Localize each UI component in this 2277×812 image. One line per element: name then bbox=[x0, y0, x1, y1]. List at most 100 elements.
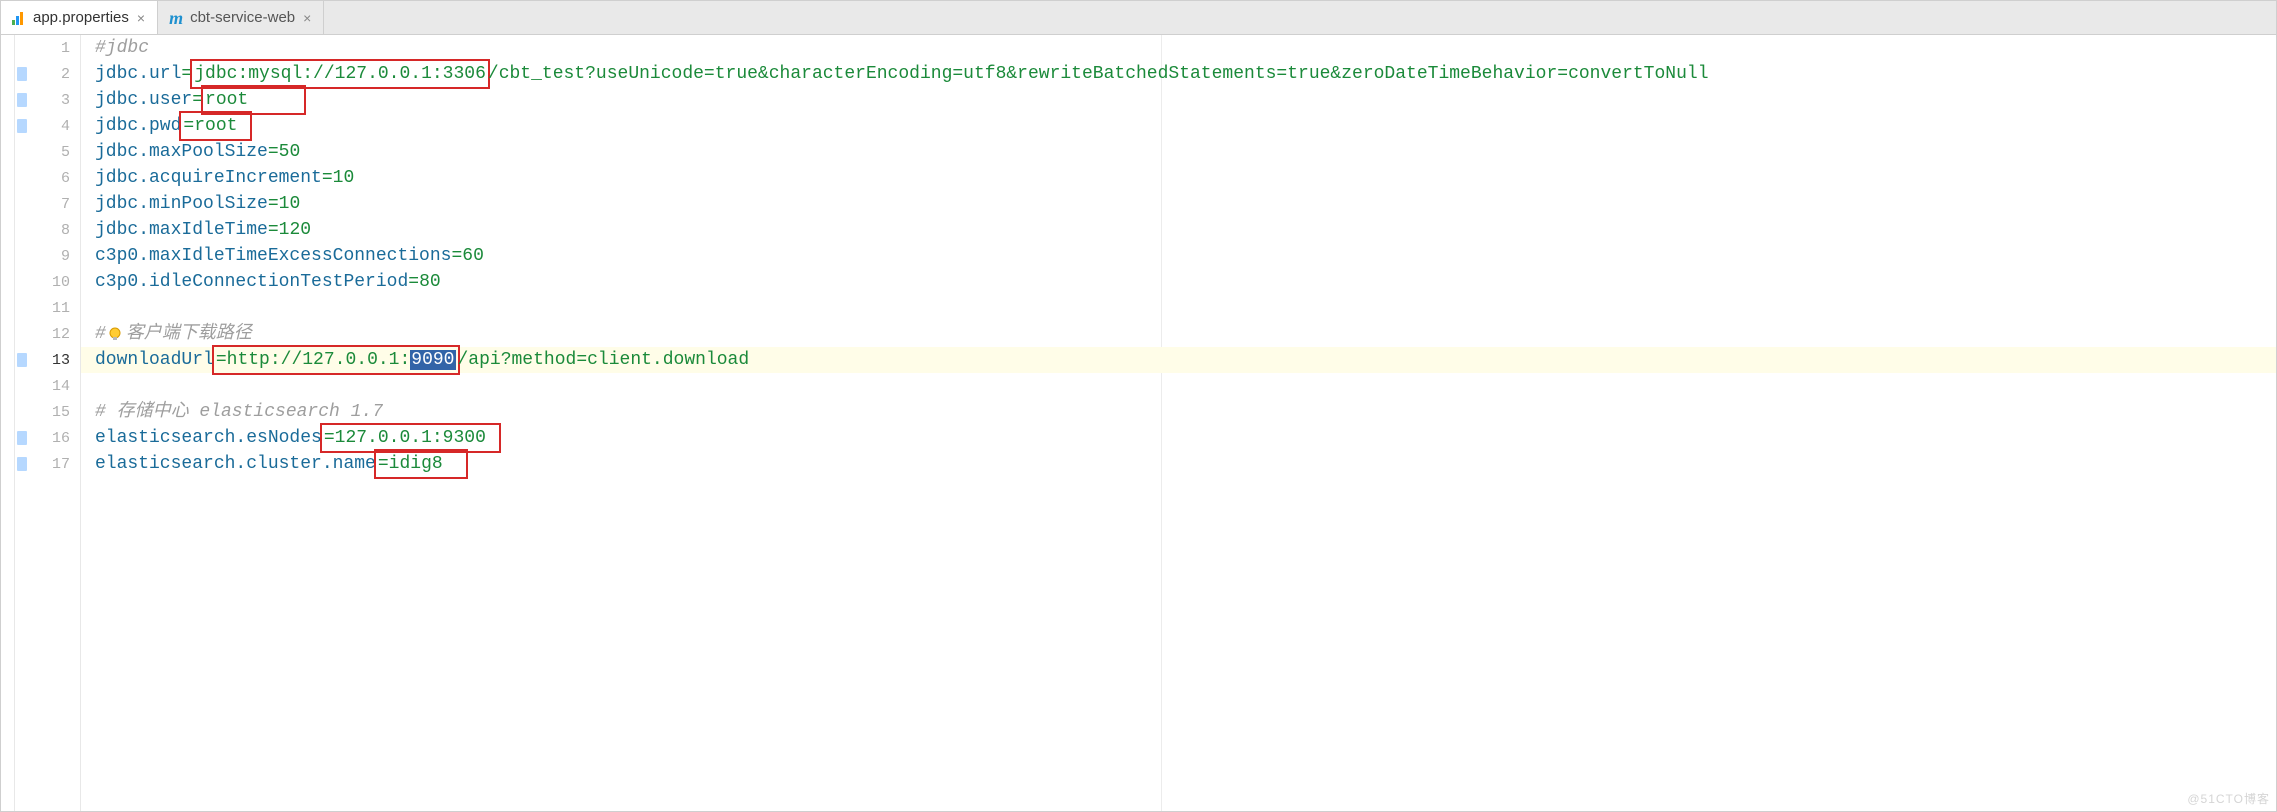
code-line[interactable]: c3p0.idleConnectionTestPeriod=80 bbox=[81, 269, 2276, 295]
property-key: elasticsearch.cluster.name bbox=[95, 451, 376, 477]
code-area[interactable]: #jdbc jdbc.url=jdbc:mysql://127.0.0.1:33… bbox=[81, 35, 2276, 811]
highlight-box: =rootx bbox=[179, 111, 252, 141]
line-number[interactable]: 2 bbox=[15, 61, 80, 87]
equals-sign: = bbox=[451, 243, 462, 269]
code-line[interactable]: jdbc.maxIdleTime=120 bbox=[81, 217, 2276, 243]
line-number[interactable]: 12 bbox=[15, 321, 80, 347]
property-value: root bbox=[205, 90, 248, 110]
code-line[interactable]: jdbc.maxPoolSize=50 bbox=[81, 139, 2276, 165]
code-line[interactable] bbox=[81, 373, 2276, 399]
comment-text: 客户端下载路径 bbox=[126, 321, 252, 347]
change-marker bbox=[17, 353, 27, 367]
code-line[interactable]: c3p0.maxIdleTimeExcessConnections=60 bbox=[81, 243, 2276, 269]
line-number[interactable]: 1 bbox=[15, 35, 80, 61]
property-key: c3p0.idleConnectionTestPeriod bbox=[95, 269, 408, 295]
code-line[interactable]: jdbc.minPoolSize=10 bbox=[81, 191, 2276, 217]
equals-sign: = bbox=[268, 191, 279, 217]
gutter-margin bbox=[1, 35, 15, 811]
property-value: /api?method=client.download bbox=[458, 347, 750, 373]
property-key: c3p0.maxIdleTimeExcessConnections bbox=[95, 243, 451, 269]
editor-tab-bar: app.properties × m cbt-service-web × bbox=[1, 1, 2276, 35]
property-key: elasticsearch.esNodes bbox=[95, 425, 322, 451]
property-key: jdbc.pwd bbox=[95, 113, 181, 139]
editor-body: 1 2 3 4 5 6 7 8 9 10 11 12 13 14 15 16 1… bbox=[1, 35, 2276, 811]
tab-label: cbt-service-web bbox=[190, 9, 295, 26]
lightbulb-icon[interactable] bbox=[106, 325, 124, 343]
editor-tab-app-properties[interactable]: app.properties × bbox=[1, 1, 158, 34]
line-number-gutter[interactable]: 1 2 3 4 5 6 7 8 9 10 11 12 13 14 15 16 1… bbox=[15, 35, 81, 811]
comment-text: # bbox=[95, 321, 106, 347]
line-number[interactable]: 3 bbox=[15, 87, 80, 113]
equals-sign: = bbox=[183, 116, 194, 136]
code-line[interactable]: jdbc.user=rootxxxxx bbox=[81, 87, 2276, 113]
line-number[interactable]: 17 bbox=[15, 451, 80, 477]
equals-sign: = bbox=[324, 428, 335, 448]
ide-editor-window: app.properties × m cbt-service-web × 1 2… bbox=[0, 0, 2277, 812]
highlight-box: =idig8xx bbox=[374, 449, 468, 479]
property-key: jdbc.maxPoolSize bbox=[95, 139, 268, 165]
close-icon[interactable]: × bbox=[135, 10, 147, 26]
change-marker bbox=[17, 457, 27, 471]
equals-sign: = bbox=[268, 139, 279, 165]
line-number[interactable]: 8 bbox=[15, 217, 80, 243]
equals-sign: = bbox=[408, 269, 419, 295]
equals-sign: = bbox=[268, 217, 279, 243]
property-value: 80 bbox=[419, 269, 441, 295]
change-marker bbox=[17, 67, 27, 81]
line-number[interactable]: 6 bbox=[15, 165, 80, 191]
property-value: 10 bbox=[333, 165, 355, 191]
close-icon[interactable]: × bbox=[301, 10, 313, 26]
equals-sign: = bbox=[322, 165, 333, 191]
code-line[interactable]: jdbc.pwd=rootx bbox=[81, 113, 2276, 139]
property-value: 120 bbox=[279, 217, 311, 243]
property-value: root bbox=[194, 116, 237, 136]
properties-file-icon bbox=[11, 10, 27, 26]
line-number[interactable]: 4 bbox=[15, 113, 80, 139]
property-key: jdbc.minPoolSize bbox=[95, 191, 268, 217]
property-value: 60 bbox=[462, 243, 484, 269]
code-line[interactable]: jdbc.acquireIncrement=10 bbox=[81, 165, 2276, 191]
change-marker bbox=[17, 431, 27, 445]
comment-text: # 存储中心 elasticsearch 1.7 bbox=[95, 399, 383, 425]
line-number[interactable]: 10 bbox=[15, 269, 80, 295]
equals-sign: = bbox=[216, 350, 227, 370]
code-line[interactable]: jdbc.url=jdbc:mysql://127.0.0.1:3306/cbt… bbox=[81, 61, 2276, 87]
property-key: jdbc.url bbox=[95, 61, 181, 87]
line-number[interactable]: 9 bbox=[15, 243, 80, 269]
code-line[interactable] bbox=[81, 295, 2276, 321]
property-key: jdbc.acquireIncrement bbox=[95, 165, 322, 191]
property-key: jdbc.maxIdleTime bbox=[95, 217, 268, 243]
code-line[interactable]: downloadUrl=http://127.0.0.1:9090/api?me… bbox=[81, 347, 2276, 373]
property-key: downloadUrl bbox=[95, 347, 214, 373]
code-line[interactable]: elasticsearch.esNodes=127.0.0.1:9300x bbox=[81, 425, 2276, 451]
watermark-text: @51CTO博客 bbox=[2187, 790, 2270, 807]
change-marker bbox=[17, 119, 27, 133]
text-selection: 9090 bbox=[410, 350, 455, 370]
highlight-box: =http://127.0.0.1:9090 bbox=[212, 345, 460, 375]
property-value: 10 bbox=[279, 191, 301, 217]
change-marker bbox=[17, 93, 27, 107]
property-value: 50 bbox=[279, 139, 301, 165]
tab-label: app.properties bbox=[33, 9, 129, 26]
equals-sign: = bbox=[378, 454, 389, 474]
line-number[interactable]: 7 bbox=[15, 191, 80, 217]
maven-module-icon: m bbox=[168, 10, 184, 26]
property-value: jdbc:mysql://127.0.0.1:3306 bbox=[194, 64, 486, 84]
code-line[interactable]: # 客户端下载路径 bbox=[81, 321, 2276, 347]
property-value: idig8 bbox=[389, 454, 443, 474]
line-number[interactable]: 14 bbox=[15, 373, 80, 399]
code-line[interactable]: elasticsearch.cluster.name=idig8xx bbox=[81, 451, 2276, 477]
code-line[interactable]: # 存储中心 elasticsearch 1.7 bbox=[81, 399, 2276, 425]
line-number[interactable]: 16 bbox=[15, 425, 80, 451]
line-number[interactable]: 5 bbox=[15, 139, 80, 165]
line-number[interactable]: 15 bbox=[15, 399, 80, 425]
property-key: jdbc.user bbox=[95, 87, 192, 113]
line-number[interactable]: 11 bbox=[15, 295, 80, 321]
property-value: /cbt_test?useUnicode=true&characterEncod… bbox=[488, 61, 1709, 87]
code-line[interactable]: #jdbc bbox=[81, 35, 2276, 61]
property-value: 127.0.0.1:9300 bbox=[335, 428, 486, 448]
editor-tab-cbt-service-web[interactable]: m cbt-service-web × bbox=[158, 1, 324, 34]
property-value: http://127.0.0.1: bbox=[227, 350, 411, 370]
comment-text: #jdbc bbox=[95, 35, 149, 61]
line-number[interactable]: 13 bbox=[15, 347, 80, 373]
